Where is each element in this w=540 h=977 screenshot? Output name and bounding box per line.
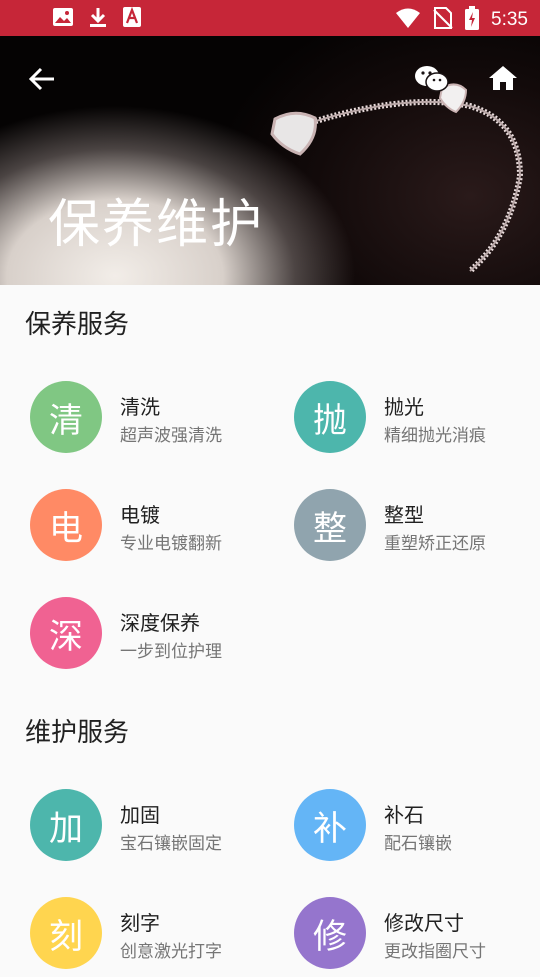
section-title-care: 保养服务 [25, 310, 130, 340]
service-glyph-circle: 加 [30, 789, 102, 861]
battery-charging-icon [465, 6, 480, 34]
service-item-resize[interactable]: 修 修改尺寸 更改指圈尺寸 [294, 897, 534, 977]
service-glyph-circle: 电 [30, 489, 102, 561]
arrow-back-icon [28, 67, 54, 91]
status-bar: 5:35 [0, 0, 540, 36]
service-subtitle: 宝石镶嵌固定 [120, 834, 222, 854]
service-glyph-circle: 抛 [294, 381, 366, 453]
no-sim-icon [433, 7, 453, 33]
service-subtitle: 专业电镀翻新 [120, 534, 222, 554]
service-item-plating[interactable]: 电 电镀 专业电镀翻新 [30, 489, 270, 569]
service-item-reinforce[interactable]: 加 加固 宝石镶嵌固定 [30, 789, 270, 869]
image-icon [52, 7, 74, 31]
service-subtitle: 更改指圈尺寸 [384, 942, 486, 962]
hero-header: 保养维护 [0, 36, 540, 285]
download-icon [88, 6, 108, 32]
wechat-share-button[interactable] [414, 64, 450, 98]
service-item-stone-replace[interactable]: 补 补石 配石镶嵌 [294, 789, 534, 869]
service-title: 深度保养 [120, 611, 200, 635]
status-time: 5:35 [491, 9, 528, 30]
service-title: 整型 [384, 503, 424, 527]
service-item-reshaping[interactable]: 整 整型 重塑矫正还原 [294, 489, 534, 569]
service-title: 加固 [120, 803, 160, 827]
service-item-cleaning[interactable]: 清 清洗 超声波强清洗 [30, 381, 270, 461]
service-subtitle: 配石镶嵌 [384, 834, 452, 854]
service-glyph-circle: 清 [30, 381, 102, 453]
service-glyph-circle: 修 [294, 897, 366, 969]
service-item-polishing[interactable]: 抛 抛光 精细抛光消痕 [294, 381, 534, 461]
service-title: 修改尺寸 [384, 911, 464, 935]
back-button[interactable] [28, 66, 56, 96]
page-title: 保养维护 [48, 195, 265, 255]
service-subtitle: 超声波强清洗 [120, 426, 222, 446]
service-subtitle: 一步到位护理 [120, 642, 222, 662]
section-title-repair: 维护服务 [25, 718, 130, 748]
service-title: 补石 [384, 803, 424, 827]
home-icon [489, 66, 517, 90]
service-glyph-circle: 补 [294, 789, 366, 861]
service-title: 抛光 [384, 395, 424, 419]
service-title: 电镀 [120, 503, 160, 527]
service-title: 清洗 [120, 395, 160, 419]
wechat-icon [415, 66, 449, 92]
service-title: 刻字 [120, 911, 160, 935]
service-subtitle: 精细抛光消痕 [384, 426, 486, 446]
text-file-icon [122, 6, 142, 32]
home-button[interactable] [487, 64, 519, 96]
service-glyph-circle: 整 [294, 489, 366, 561]
service-item-deep-care[interactable]: 深 深度保养 一步到位护理 [30, 597, 270, 677]
service-item-engraving[interactable]: 刻 刻字 创意激光打字 [30, 897, 270, 977]
service-glyph-circle: 深 [30, 597, 102, 669]
wifi-icon [395, 7, 421, 33]
service-glyph-circle: 刻 [30, 897, 102, 969]
service-subtitle: 创意激光打字 [120, 942, 222, 962]
service-subtitle: 重塑矫正还原 [384, 534, 486, 554]
